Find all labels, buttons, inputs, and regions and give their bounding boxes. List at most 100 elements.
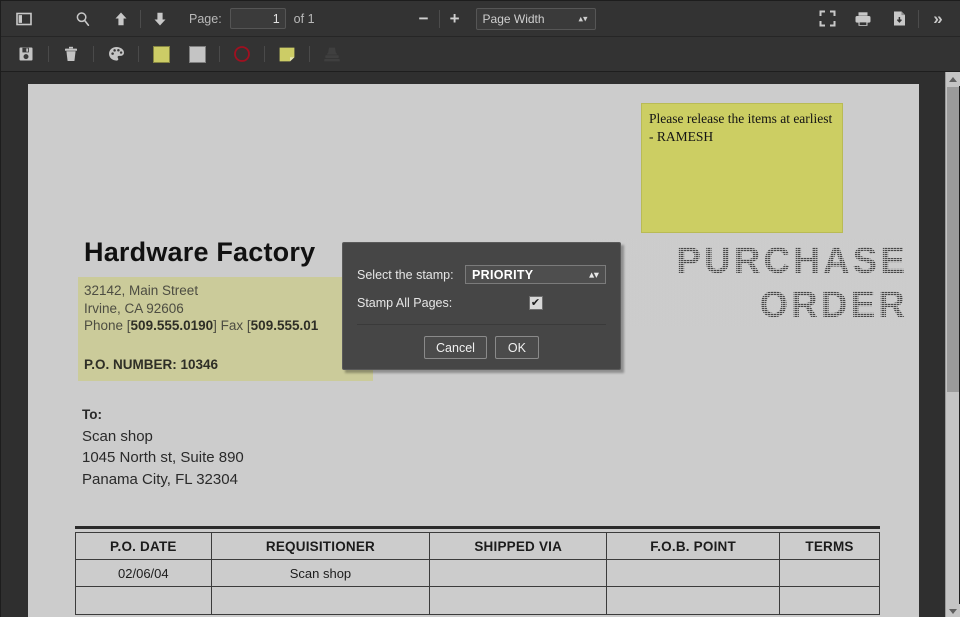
zoom-level-select[interactable]: Page Width ▴▾ bbox=[476, 8, 596, 30]
recipient-name: Scan shop bbox=[82, 426, 244, 448]
stamp-select[interactable]: PRIORITY ▴▾ bbox=[465, 265, 606, 284]
next-page-button[interactable] bbox=[147, 6, 173, 32]
po-number: P.O. NUMBER: 10346 bbox=[84, 357, 218, 372]
table-row: 02/06/04Scan shop bbox=[76, 560, 880, 587]
rectangle-tool-button[interactable] bbox=[184, 41, 210, 67]
stamp-icon bbox=[323, 46, 341, 63]
table-header-cell-0: P.O. DATE bbox=[76, 533, 212, 560]
square-swatch-icon bbox=[189, 46, 206, 63]
recipient-street: 1045 North st, Suite 890 bbox=[82, 447, 244, 469]
sidebar-toggle-button[interactable] bbox=[11, 6, 37, 32]
scrollbar-thumb[interactable] bbox=[947, 87, 959, 392]
toolbar-separator bbox=[48, 46, 49, 62]
print-button[interactable] bbox=[850, 6, 876, 32]
previous-page-button[interactable] bbox=[108, 6, 134, 32]
toolbar-separator bbox=[219, 46, 220, 62]
stamp-select-label: Select the stamp: bbox=[357, 268, 465, 282]
stamp-select-row: Select the stamp: PRIORITY ▴▾ bbox=[343, 265, 620, 284]
table-header-cell-3: F.O.B. POINT bbox=[607, 533, 780, 560]
page-count-label: of 1 bbox=[294, 12, 315, 26]
highlight-tool-button[interactable] bbox=[148, 41, 174, 67]
stamp-all-pages-checkbox-wrap: ✔ bbox=[465, 296, 606, 310]
sticky-note-line1: Please release the items at earliest bbox=[649, 110, 835, 128]
palette-icon bbox=[108, 46, 125, 62]
dialog-divider bbox=[357, 324, 606, 325]
table-body: 02/06/04Scan shop bbox=[76, 560, 880, 615]
stamp-tool-button[interactable] bbox=[319, 41, 345, 67]
address-line-2: Irvine, CA 92606 bbox=[84, 300, 318, 318]
table-header-cell-4: TERMS bbox=[780, 533, 880, 560]
toolbar-separator bbox=[309, 46, 310, 62]
table-cell-r1-c0 bbox=[76, 587, 212, 615]
chevron-double-right-icon: » bbox=[933, 9, 942, 29]
table-cell-r0-c1: Scan shop bbox=[211, 560, 430, 587]
note-icon bbox=[278, 46, 296, 63]
to-label: To: bbox=[82, 404, 244, 426]
toolbar-separator bbox=[439, 10, 440, 28]
toolbar-separator bbox=[93, 46, 94, 62]
save-disk-icon bbox=[18, 46, 34, 62]
stamp-select-value: PRIORITY bbox=[472, 268, 533, 282]
stamp-all-pages-row: Stamp All Pages: ✔ bbox=[343, 296, 620, 310]
sticky-note-annotation[interactable]: Please release the items at earliest - R… bbox=[641, 103, 843, 233]
company-address: 32142, Main Street Irvine, CA 92606 Phon… bbox=[84, 282, 318, 335]
delete-annotation-button[interactable] bbox=[58, 41, 84, 67]
recipient-city: Panama City, FL 32304 bbox=[82, 469, 244, 491]
main-toolbar: Page: of 1 − + Page Width ▴▾ bbox=[1, 1, 960, 37]
sticky-note-tool-button[interactable] bbox=[274, 41, 300, 67]
pdf-viewer-window: Page: of 1 − + Page Width ▴▾ bbox=[0, 0, 960, 617]
zoom-out-button[interactable]: − bbox=[415, 9, 433, 29]
scroll-up-button[interactable] bbox=[946, 72, 960, 86]
address-line-1: 32142, Main Street bbox=[84, 282, 318, 300]
color-palette-button[interactable] bbox=[103, 41, 129, 67]
table-header-row: P.O. DATEREQUISITIONERSHIPPED VIAF.O.B. … bbox=[76, 533, 880, 560]
highlight-swatch-icon bbox=[153, 46, 170, 63]
search-button[interactable] bbox=[70, 6, 96, 32]
table-cell-r0-c0: 02/06/04 bbox=[76, 560, 212, 587]
address-phone-fax: Phone [509.555.0190] Fax [509.555.01 bbox=[84, 317, 318, 335]
purchase-order-heading: PURCHASE ORDER bbox=[588, 239, 908, 327]
sticky-note-line2: - RAMESH bbox=[649, 128, 835, 146]
download-icon bbox=[892, 10, 907, 27]
trash-icon bbox=[63, 46, 79, 62]
table-cell-r1-c1 bbox=[211, 587, 430, 615]
phone-number: 509.555.0190 bbox=[131, 318, 214, 333]
table-cell-r1-c2 bbox=[430, 587, 607, 615]
cancel-button[interactable]: Cancel bbox=[424, 336, 487, 359]
sidebar-icon bbox=[16, 11, 32, 27]
save-button[interactable] bbox=[13, 41, 39, 67]
company-title: Hardware Factory bbox=[84, 237, 315, 268]
search-icon bbox=[75, 11, 91, 27]
download-button[interactable] bbox=[886, 6, 912, 32]
printer-icon bbox=[854, 11, 872, 27]
triangle-up-icon bbox=[949, 77, 957, 82]
table-top-rule bbox=[75, 526, 880, 529]
ellipse-tool-button[interactable] bbox=[229, 41, 255, 67]
arrow-down-icon bbox=[153, 11, 167, 27]
table-row bbox=[76, 587, 880, 615]
chevron-updown-icon: ▴▾ bbox=[578, 14, 587, 23]
fullscreen-icon bbox=[819, 10, 836, 27]
ok-button[interactable]: OK bbox=[495, 336, 539, 359]
fax-number: 509.555.01 bbox=[251, 318, 319, 333]
more-tools-button[interactable]: » bbox=[925, 6, 951, 32]
fax-label: Fax [ bbox=[217, 318, 251, 333]
arrow-up-icon bbox=[114, 11, 128, 27]
heading-line-order: ORDER bbox=[588, 283, 908, 327]
scroll-down-button[interactable] bbox=[946, 604, 960, 617]
recipient-address: To: Scan shop 1045 North st, Suite 890 P… bbox=[82, 404, 244, 490]
table-header-cell-2: SHIPPED VIA bbox=[430, 533, 607, 560]
purchase-order-table: P.O. DATEREQUISITIONERSHIPPED VIAF.O.B. … bbox=[75, 532, 880, 615]
stamp-all-pages-checkbox[interactable]: ✔ bbox=[529, 296, 543, 310]
table-cell-r0-c3 bbox=[607, 560, 780, 587]
zoom-in-button[interactable]: + bbox=[446, 9, 464, 29]
vertical-scrollbar[interactable] bbox=[945, 72, 959, 617]
annotation-toolbar bbox=[1, 37, 960, 72]
dialog-button-row: Cancel OK bbox=[343, 336, 620, 359]
toolbar-separator bbox=[918, 10, 919, 28]
zoom-level-value: Page Width bbox=[483, 12, 545, 26]
fullscreen-button[interactable] bbox=[814, 6, 840, 32]
table-header-cell-1: REQUISITIONER bbox=[211, 533, 430, 560]
page-number-input[interactable] bbox=[230, 8, 286, 29]
heading-line-purchase: PURCHASE bbox=[588, 239, 908, 283]
